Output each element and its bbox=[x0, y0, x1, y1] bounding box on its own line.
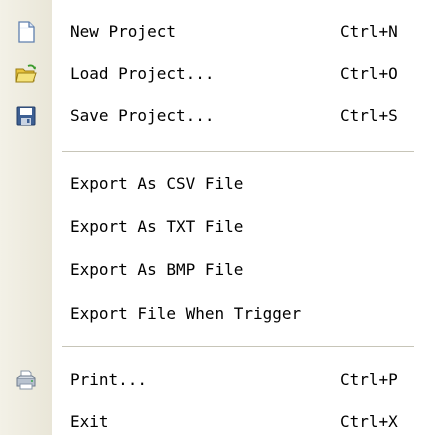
menu-item-label: Export File When Trigger bbox=[70, 304, 302, 323]
menu-item-export-csv[interactable]: Export As CSV File bbox=[0, 166, 422, 202]
menu-item-shortcut: Ctrl+P bbox=[340, 370, 398, 389]
menu-item-label: Load Project... bbox=[70, 64, 215, 83]
menu-item-label: New Project bbox=[70, 22, 176, 41]
menu-item-export-bmp[interactable]: Export As BMP File bbox=[0, 252, 422, 288]
file-menu: New Project Ctrl+N Load Project... Ctrl+… bbox=[0, 0, 422, 435]
menu-item-shortcut: Ctrl+O bbox=[340, 64, 398, 83]
menu-item-label: Print... bbox=[70, 370, 148, 389]
menu-item-new-project[interactable]: New Project Ctrl+N bbox=[0, 14, 422, 50]
menu-item-shortcut: Ctrl+N bbox=[340, 22, 398, 41]
menu-item-label: Export As BMP File bbox=[70, 260, 244, 279]
menu-item-shortcut: Ctrl+S bbox=[340, 106, 398, 125]
open-folder-icon bbox=[14, 62, 38, 86]
menu-item-print[interactable]: Print... Ctrl+P bbox=[0, 362, 422, 398]
menu-separator bbox=[62, 151, 414, 153]
menu-item-label: Exit bbox=[70, 412, 109, 431]
menu-separator bbox=[62, 346, 414, 348]
menu-item-label: Export As CSV File bbox=[70, 174, 244, 193]
menu-item-exit[interactable]: Exit Ctrl+X bbox=[0, 404, 422, 435]
menu-item-label: Export As TXT File bbox=[70, 217, 244, 236]
menu-item-save-project[interactable]: Save Project... Ctrl+S bbox=[0, 98, 422, 134]
menu-item-label: Save Project... bbox=[70, 106, 215, 125]
floppy-disk-icon bbox=[14, 104, 38, 128]
menu-item-shortcut: Ctrl+X bbox=[340, 412, 398, 431]
menu-item-export-txt[interactable]: Export As TXT File bbox=[0, 209, 422, 245]
new-document-icon bbox=[14, 20, 38, 44]
menu-item-export-on-trigger[interactable]: Export File When Trigger bbox=[0, 296, 422, 332]
printer-icon bbox=[14, 368, 38, 392]
menu-item-load-project[interactable]: Load Project... Ctrl+O bbox=[0, 56, 422, 92]
